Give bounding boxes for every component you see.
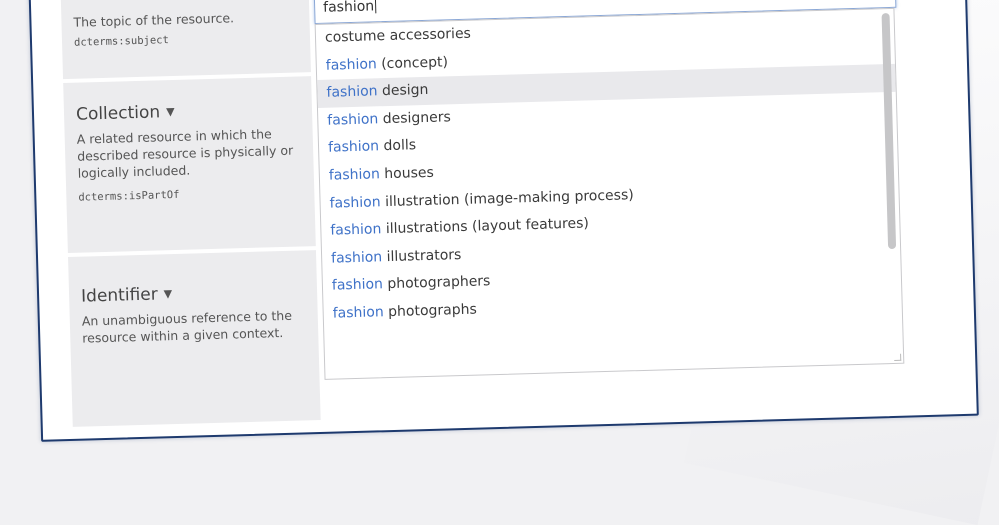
suggestion-match-text: fashion (327, 138, 380, 157)
suggestion-rest-text: (concept) (376, 53, 449, 72)
autocomplete-dropdown[interactable]: costume accessories fashion (concept) fash… (314, 7, 905, 380)
suggestion-rest-text: photographers (382, 273, 491, 293)
suggestion-rest-text: illustrations (layout features) (381, 215, 590, 238)
resize-handle-icon[interactable] (894, 353, 902, 361)
suggestion-match-text: fashion (326, 83, 378, 101)
property-description: An unambiguous reference to the resource… (81, 307, 293, 346)
caret-down-icon[interactable]: ▼ (166, 105, 175, 118)
property-labels: The topic of the resource. dcterms:subje… (60, 0, 343, 431)
property-term: dcterms:subject (73, 34, 170, 49)
suggestion-match-text: fashion (327, 111, 379, 129)
suggestion-match-text: fashion (328, 166, 381, 184)
suggestion-rest-text: designers (378, 109, 452, 128)
property-description: The topic of the resource. (73, 10, 235, 30)
suggestion-match-text: fashion (325, 55, 377, 74)
property-title[interactable]: Collection ▼ (76, 98, 302, 124)
suggestion-rest-text: design (377, 82, 429, 100)
suggestion-rest-text: photographs (383, 301, 478, 321)
property-title[interactable]: Identifier ▼ (80, 280, 307, 307)
suggestion-match-text: fashion (332, 304, 384, 322)
property-title-text: Collection (75, 102, 161, 125)
suggestion-rest-text: illustrators (381, 246, 462, 265)
suggestion-rest-text: houses (379, 164, 435, 183)
property-collection: Collection ▼ A related resource in which … (63, 76, 316, 253)
suggestion-rest-text: costume accessories (324, 25, 472, 46)
property-description: A related resource in which the describe… (76, 126, 294, 181)
screenshot-frame: The topic of the resource. dcterms:subje… (28, 0, 979, 442)
suggestion-match-text: fashion (330, 248, 383, 267)
property-identifier: Identifier ▼ An unambiguous reference to … (68, 250, 321, 427)
suggestion-list: costume accessories fashion (concept) fash… (316, 9, 902, 329)
caret-down-icon[interactable]: ▼ (164, 287, 173, 300)
text-cursor (374, 0, 377, 14)
suggestion-match-text: fashion (329, 193, 381, 212)
suggestion-match-text: fashion (330, 221, 382, 239)
property-subject: The topic of the resource. dcterms:subje… (60, 0, 311, 80)
suggestion-rest-text: illustration (image-making process) (380, 186, 634, 210)
subject-field: fashion costume accessories fashion (conc… (313, 0, 946, 424)
property-term: dcterms:isPartOf (78, 188, 180, 204)
suggestion-rest-text: dolls (378, 137, 417, 155)
suggestion-match-text: fashion (331, 276, 384, 294)
search-input-value: fashion (322, 0, 375, 16)
property-title-text: Identifier (80, 284, 158, 307)
